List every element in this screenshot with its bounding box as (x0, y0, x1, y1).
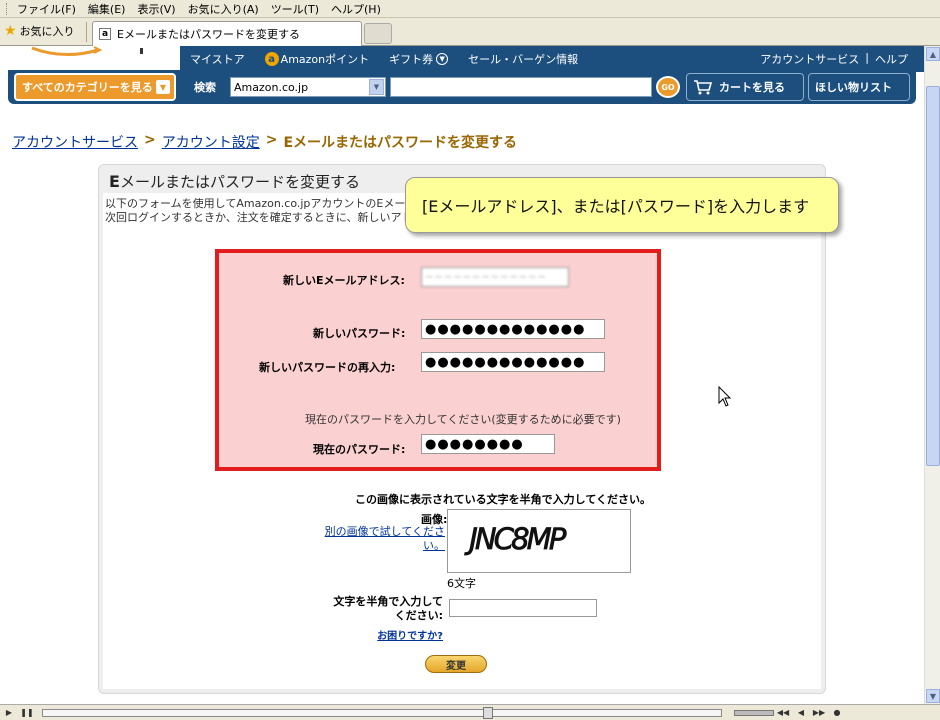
cart-icon (694, 80, 713, 95)
menu-file[interactable]: ファイル(F) (17, 1, 76, 17)
nav-right-links: アカウントサービス | ヘルプ (760, 51, 908, 67)
menu-grip (6, 2, 9, 15)
new-password-field[interactable]: ●●●●●●●●●●●●● (421, 319, 605, 339)
search-scope-value: Amazon.co.jp (234, 80, 309, 94)
captcha-char-count: 6文字 (447, 577, 476, 590)
account-service-link[interactable]: アカウントサービス (760, 51, 859, 67)
wishlist-button[interactable]: ほしい物リスト (808, 73, 910, 101)
current-password-hint: 現在のパスワードを入力してください(変更するために必要です) (305, 413, 621, 426)
amazon-logo-icon (31, 46, 143, 57)
menu-view[interactable]: 表示(V) (137, 1, 175, 17)
menu-favorites[interactable]: お気に入り(A) (188, 1, 259, 17)
change-email-password-panel: Eメールまたはパスワードを変更する 以下のフォームを使用してAmazon.co.… (98, 164, 826, 694)
new-email-field[interactable]: ~~~~~~~~~~~~~ (421, 267, 569, 287)
intro-line-2: 次回ログインするときか、注文を確定するときに、新しいアドレ (105, 211, 405, 224)
play-icon[interactable]: ▶ (0, 707, 18, 719)
breadcrumb-separator: > (144, 132, 156, 148)
instruction-tooltip: [Eメールアドレス]、または[パスワード]を入力します (405, 177, 839, 233)
next-icon[interactable]: ▶▶ (810, 707, 828, 719)
help-link-trouble[interactable]: お困りですか? (343, 627, 443, 642)
top-nav: マイストア a Amazonポイント ギフト券 ▼ セール・バーゲン情報 アカウ… (180, 46, 924, 72)
captcha-text: JNC8MP (464, 522, 567, 556)
seek-knob[interactable] (483, 706, 493, 719)
new-password-label: 新しいパスワード: (313, 327, 406, 340)
cart-label: カートを見る (719, 81, 785, 94)
go-button[interactable]: GO (656, 76, 680, 98)
all-categories-button[interactable]: すべてのカテゴリーを見る ▼ (14, 73, 176, 101)
favorites-label: お気に入り (19, 25, 75, 38)
chevron-down-icon: ▼ (156, 80, 170, 94)
breadcrumb-separator: > (265, 132, 278, 148)
nav-divider: | (865, 51, 869, 64)
breadcrumb-account-settings[interactable]: アカウント設定 (162, 132, 260, 152)
captcha-input-label: 文字を半角で入力してください: (333, 595, 443, 622)
nav-sale[interactable]: セール・バーゲン情報 (468, 51, 578, 67)
nav-my-store[interactable]: マイストア (190, 51, 245, 67)
confirm-password-label: 新しいパスワードの再入力: (259, 361, 396, 374)
pause-icon[interactable]: ❚❚ (18, 707, 36, 719)
current-password-label: 現在のパスワード: (313, 443, 406, 456)
video-player-bar: ▶ ❚❚ ◀◀ ◀ ▶▶ ● (0, 704, 940, 720)
dropdown-arrow-icon: ▼ (369, 79, 384, 95)
captcha-image: JNC8MP (447, 509, 631, 573)
settings-icon[interactable]: ● (828, 707, 846, 719)
nav-gift-cards[interactable]: ギフト券 ▼ (389, 51, 449, 67)
amazon-favicon-icon: a (99, 28, 111, 40)
form-body: 以下のフォームを使用してAmazon.co.jpアカウントのEメール 次回ログイ… (103, 193, 821, 689)
captcha-alt-link[interactable]: 別の画像で試してください。 (323, 525, 445, 553)
captcha-input[interactable] (449, 599, 597, 617)
new-email-label: 新しいEメールアドレス: (283, 274, 405, 287)
tab-title: Eメールまたはパスワードを変更する (117, 28, 300, 41)
menu-tools[interactable]: ツール(T) (271, 1, 319, 17)
breadcrumb: アカウントサービス > アカウント設定 > Eメールまたはパスワードを変更する (12, 132, 517, 152)
scroll-thumb[interactable] (926, 86, 940, 466)
browser-tab-bar: ★ お気に入り a Eメールまたはパスワードを変更する (0, 18, 940, 46)
all-categories-label: すべてのカテゴリーを見る (22, 81, 153, 94)
nav-amazon-points[interactable]: a Amazonポイント (264, 51, 370, 67)
favorites-button[interactable]: ★ お気に入り (4, 23, 75, 39)
captcha-instruction: この画像に表示されている文字を半角で入力してください。 (355, 493, 652, 506)
vertical-scrollbar[interactable]: ▲ ▼ (924, 46, 940, 704)
search-label: 検索 (194, 81, 216, 94)
breadcrumb-current: Eメールまたはパスワードを変更する (283, 135, 518, 151)
web-page: マイストア a Amazonポイント ギフト券 ▼ セール・バーゲン情報 アカウ… (0, 46, 924, 704)
mouse-cursor-icon (718, 386, 732, 407)
tab-separator (86, 22, 87, 42)
help-link[interactable]: ヘルプ (875, 51, 908, 67)
star-icon: ★ (4, 23, 17, 39)
chevron-down-icon: ▼ (436, 53, 449, 65)
browser-menu-bar: ファイル(F) 編集(E) 表示(V) お気に入り(A) ツール(T) ヘルプ(… (0, 0, 940, 18)
search-scope-select[interactable]: Amazon.co.jp ▼ (230, 77, 386, 97)
current-password-field[interactable]: ●●●●●●●● (421, 434, 555, 454)
submit-change-button[interactable]: 変更 (425, 655, 487, 673)
prev-icon[interactable]: ◀ (792, 707, 810, 719)
intro-text: 以下のフォームを使用してAmazon.co.jpアカウントのEメール 次回ログイ… (105, 197, 405, 225)
scroll-down-icon[interactable]: ▼ (926, 689, 940, 703)
page-title-initial: E (109, 172, 120, 191)
seek-bar[interactable] (42, 706, 722, 719)
confirm-password-field[interactable]: ●●●●●●●●●●●●● (421, 352, 605, 372)
menu-edit[interactable]: 編集(E) (88, 1, 126, 17)
new-tab-button[interactable] (364, 23, 392, 44)
page-title: Eメールまたはパスワードを変更する (109, 171, 360, 192)
nav-amazon-points-label: Amazonポイント (280, 53, 370, 66)
points-coin-icon: a (264, 52, 279, 66)
scroll-up-icon[interactable]: ▲ (926, 47, 940, 61)
page-title-rest: メールまたはパスワードを変更する (119, 173, 360, 191)
menu-help[interactable]: ヘルプ(H) (331, 1, 381, 17)
cart-button[interactable]: カートを見る (686, 73, 804, 101)
search-bar: すべてのカテゴリーを見る ▼ 検索 Amazon.co.jp ▼ GO カートを… (8, 70, 916, 104)
rewind-icon[interactable]: ◀◀ (774, 707, 792, 719)
breadcrumb-account-service[interactable]: アカウントサービス (12, 132, 138, 152)
nav-gift-cards-label: ギフト券 (389, 53, 434, 66)
volume-slider[interactable] (734, 709, 774, 716)
tab-active[interactable]: a Eメールまたはパスワードを変更する (92, 21, 362, 46)
intro-line-1: 以下のフォームを使用してAmazon.co.jpアカウントのEメール (105, 197, 405, 210)
highlight-frame: 新しいEメールアドレス: ~~~~~~~~~~~~~ 新しいパスワード: ●●●… (215, 249, 661, 471)
search-input[interactable] (390, 77, 652, 97)
